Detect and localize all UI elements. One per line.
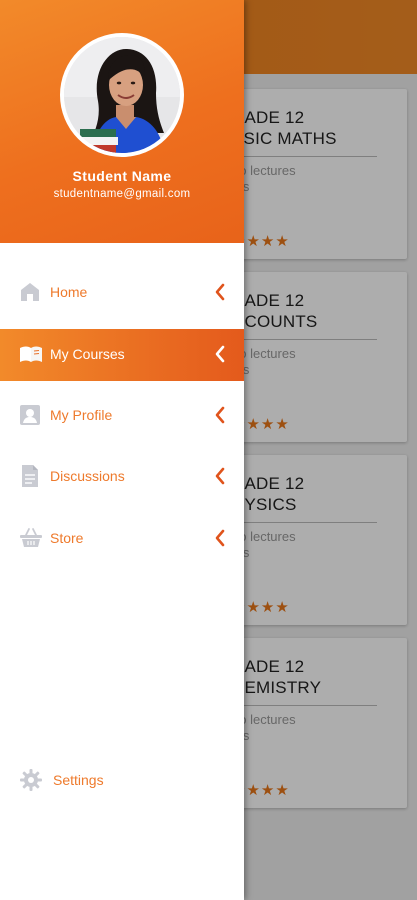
menu-item-home[interactable]: Home (0, 267, 244, 319)
chevron-left-icon (214, 466, 226, 486)
chevron-left-icon (214, 405, 226, 425)
student-email: studentname@gmail.com (53, 188, 191, 200)
menu-item-label: Discussions (50, 468, 125, 484)
document-icon (19, 464, 41, 488)
menu-item-label: My Profile (50, 407, 113, 423)
chevron-left-icon (214, 282, 226, 302)
home-icon (19, 280, 41, 304)
student-name: Student Name (72, 168, 172, 184)
avatar[interactable] (60, 33, 184, 157)
menu-item-settings[interactable]: Settings (0, 755, 244, 807)
menu-item-label: Store (50, 530, 84, 546)
settings-label: Settings (53, 772, 104, 788)
basket-icon (19, 526, 42, 550)
gear-icon (19, 768, 43, 792)
navigation-drawer: Student Name studentname@gmail.com Home … (0, 0, 244, 900)
menu-item-my-courses[interactable]: My Courses (0, 329, 244, 381)
chevron-left-icon (214, 344, 226, 364)
menu-item-discussions[interactable]: Discussions (0, 451, 244, 503)
menu-item-my-profile[interactable]: My Profile (0, 390, 244, 442)
drawer-header: Student Name studentname@gmail.com (0, 0, 244, 243)
menu-item-label: My Courses (50, 346, 125, 362)
menu-item-store[interactable]: Store (0, 513, 244, 565)
menu-item-label: Home (50, 284, 88, 300)
profile-icon (19, 403, 41, 427)
book-icon (19, 342, 42, 366)
chevron-left-icon (214, 528, 226, 548)
avatar-photo (64, 37, 180, 153)
